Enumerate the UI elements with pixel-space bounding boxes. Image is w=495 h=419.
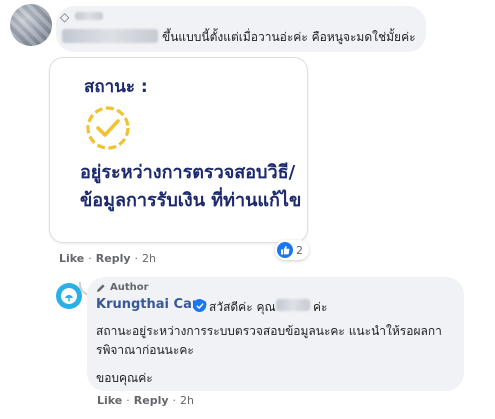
comment-text: ขึ้นแบบนี้ตั้งแต่เมื่อวานอ่ะค่ะ คือหนูจะ… <box>162 30 416 44</box>
reply-sign-off: ขอบคุณค่ะ <box>96 371 153 385</box>
greeting-text: สวัสดีค่ะ คุณ <box>209 300 276 314</box>
separator: · <box>134 252 139 265</box>
user-avatar-icon[interactable] <box>10 4 52 46</box>
status-text-line1: อยู่ระหว่างการตรวจสอบวิธี/ <box>80 162 296 183</box>
verified-badge-icon <box>193 299 206 312</box>
page-avatar-icon[interactable] <box>56 283 82 309</box>
redacted-name <box>276 299 310 311</box>
timestamp[interactable]: 2h <box>180 394 194 407</box>
greeting-end: ค่ะ <box>313 300 328 314</box>
check-circle-icon <box>86 106 130 150</box>
reaction-count: 2 <box>296 243 303 257</box>
redacted-name <box>75 12 103 20</box>
like-icon <box>277 242 293 258</box>
reply-actions: Like · Reply · 2h <box>97 394 194 407</box>
status-text-line2: ข้อมูลการรับเงิน ที่ท่านแก้ไข <box>80 190 302 211</box>
comment-actions: Like · Reply · 2h <box>59 252 156 265</box>
pencil-icon <box>97 283 105 292</box>
status-label: สถานะ : <box>84 77 148 97</box>
author-badge: Author <box>96 282 149 293</box>
reaction-summary[interactable]: 2 <box>275 240 309 260</box>
separator: · <box>126 394 130 407</box>
like-link[interactable]: Like <box>97 394 122 407</box>
diamond-icon: ◇ <box>60 10 70 24</box>
reply-link[interactable]: Reply <box>134 394 169 407</box>
author-badge-label: Author <box>110 282 149 293</box>
separator: · <box>88 252 92 265</box>
redacted-text <box>62 29 158 43</box>
separator: · <box>172 394 177 407</box>
reply-link[interactable]: Reply <box>96 252 131 265</box>
timestamp[interactable]: 2h <box>142 252 156 265</box>
author-name[interactable]: Krungthai Care <box>96 297 207 312</box>
reply-body: สถานะอยู่ระหว่างการระบบตรวจสอบข้อมูลนะคะ… <box>96 324 442 357</box>
like-link[interactable]: Like <box>59 252 84 265</box>
